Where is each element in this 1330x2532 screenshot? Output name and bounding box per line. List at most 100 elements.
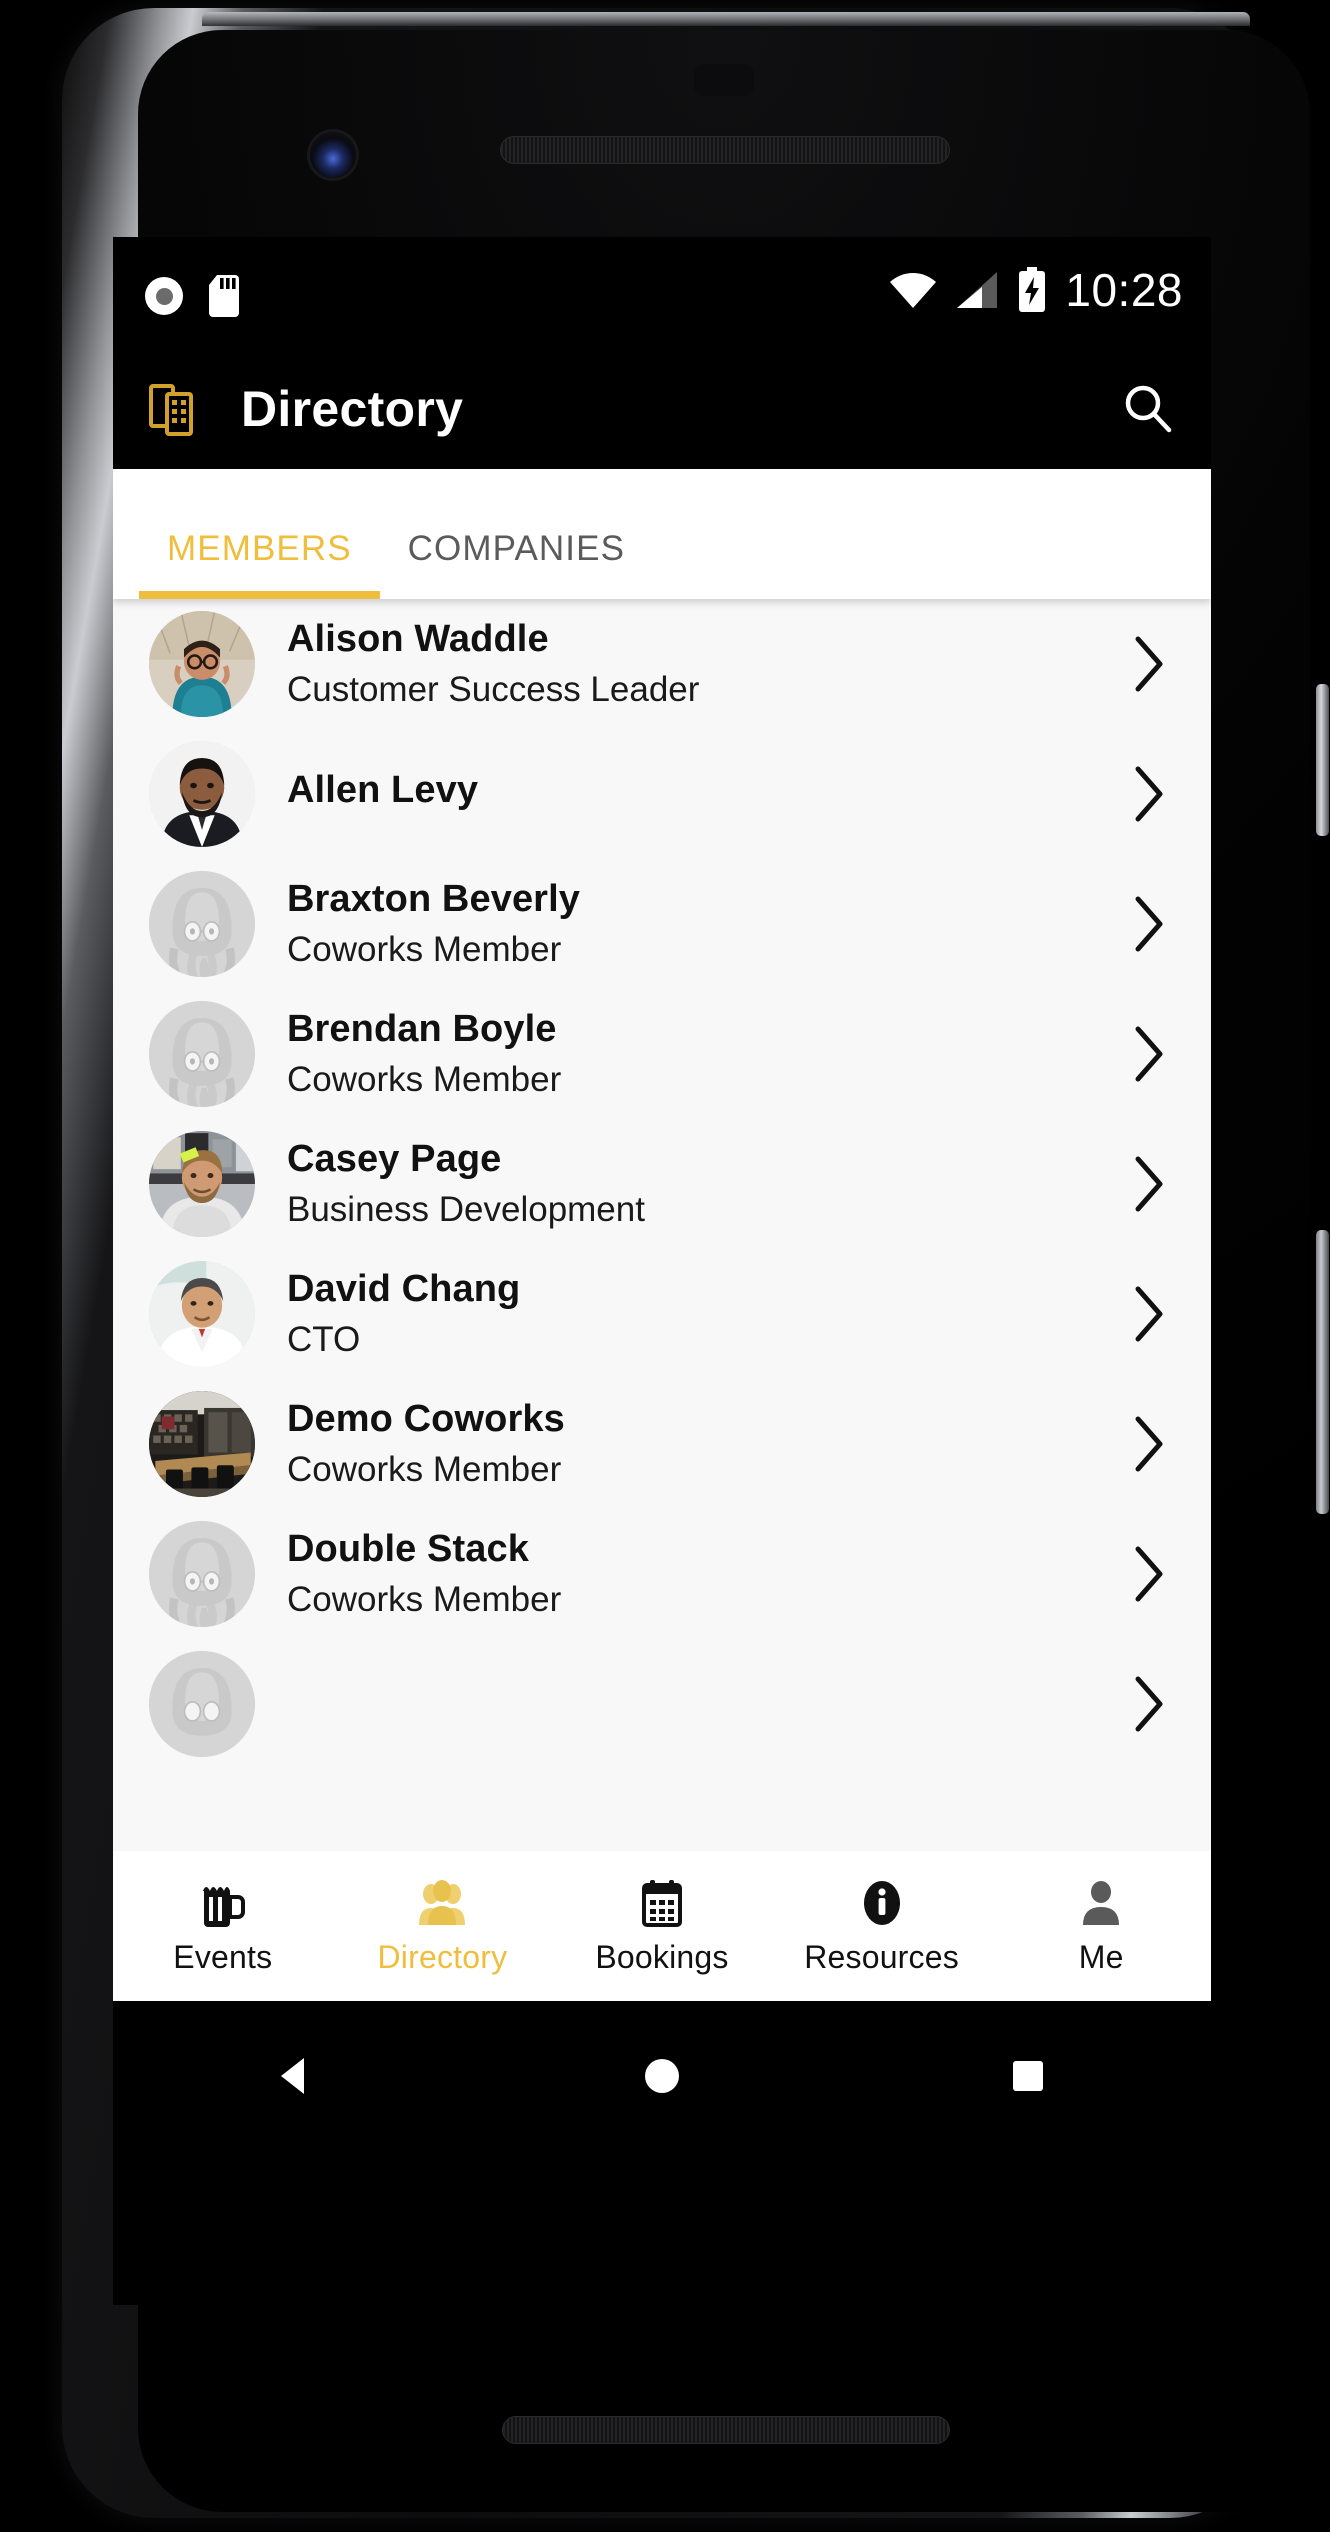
- buildings-icon[interactable]: [147, 380, 205, 438]
- list-item[interactable]: Double Stack Coworks Member: [113, 1509, 1211, 1639]
- nav-label-me: Me: [1078, 1939, 1124, 1975]
- info-circle-icon: [857, 1876, 907, 1930]
- list-item-text: Demo Coworks Coworks Member: [287, 1397, 1127, 1492]
- status-bar-clock: 10:28: [1065, 264, 1183, 316]
- nav-label-resources: Resources: [804, 1939, 959, 1975]
- calendar-icon: [637, 1876, 687, 1930]
- avatar: [149, 871, 255, 977]
- recents-square-icon: [1013, 2061, 1043, 2091]
- list-item-text: Brendan Boyle Coworks Member: [287, 1007, 1127, 1102]
- member-name: Brendan Boyle: [287, 1007, 557, 1050]
- chevron-right-icon[interactable]: [1127, 1283, 1173, 1345]
- member-subtitle: CTO: [287, 1320, 361, 1360]
- default-octopus-avatar: [149, 1651, 255, 1757]
- status-bar: 10:28: [113, 237, 1211, 349]
- chevron-right-icon[interactable]: [1127, 1153, 1173, 1215]
- list-item[interactable]: Casey Page Business Development: [113, 1119, 1211, 1249]
- list-item[interactable]: Braxton Beverly Coworks Member: [113, 859, 1211, 989]
- list-item[interactable]: Allen Levy: [113, 729, 1211, 859]
- search-icon[interactable]: [1119, 380, 1177, 438]
- photo-man-white-shirt: [149, 1261, 255, 1367]
- avatar: [149, 1651, 255, 1757]
- beer-mug-icon: [198, 1876, 248, 1930]
- member-subtitle: Coworks Member: [287, 1450, 562, 1490]
- proximity-sensor-icon: [694, 64, 754, 96]
- screenshot-stage: 10:28 Directory MEMBERS COMPANIES Alison…: [0, 0, 1330, 2532]
- nav-label-directory: Directory: [377, 1939, 508, 1975]
- list-item-text: Casey Page Business Development: [287, 1137, 1127, 1232]
- front-camera-icon: [310, 132, 356, 178]
- list-item-text: Allen Levy: [287, 768, 1127, 821]
- chevron-right-icon[interactable]: [1127, 893, 1173, 955]
- member-name: Allen Levy: [287, 768, 479, 811]
- nav-item-me[interactable]: Me: [991, 1876, 1211, 1976]
- frame-top-edge: [202, 12, 1250, 26]
- nav-label-events: Events: [173, 1939, 273, 1975]
- android-navigation-bar: [113, 2001, 1211, 2151]
- nav-item-bookings[interactable]: Bookings: [552, 1876, 772, 1976]
- avatar: [149, 1131, 255, 1237]
- chevron-right-icon[interactable]: [1127, 763, 1173, 825]
- chevron-right-icon[interactable]: [1127, 1023, 1173, 1085]
- earpiece-speaker-icon: [500, 136, 950, 164]
- list-item-text: David Chang CTO: [287, 1267, 1127, 1362]
- default-octopus-avatar: [149, 1001, 255, 1107]
- member-list[interactable]: Alison Waddle Customer Success Leader Al…: [113, 599, 1211, 1851]
- status-bar-left-icons: [145, 275, 243, 317]
- member-name: Demo Coworks: [287, 1397, 565, 1440]
- nav-item-directory[interactable]: Directory: [333, 1876, 553, 1976]
- chevron-right-icon[interactable]: [1127, 633, 1173, 695]
- person-icon: [1076, 1876, 1126, 1930]
- list-item-text: Braxton Beverly Coworks Member: [287, 877, 1127, 972]
- member-name: Braxton Beverly: [287, 877, 580, 920]
- chevron-right-icon[interactable]: [1127, 1543, 1173, 1605]
- list-item[interactable]: [113, 1639, 1211, 1769]
- list-item[interactable]: Alison Waddle Customer Success Leader: [113, 599, 1211, 729]
- list-item[interactable]: David Chang CTO: [113, 1249, 1211, 1379]
- avatar: [149, 611, 255, 717]
- page-title: Directory: [241, 381, 464, 437]
- list-item-text: Double Stack Coworks Member: [287, 1527, 1127, 1622]
- nav-item-events[interactable]: Events: [113, 1876, 333, 1976]
- tab-companies[interactable]: COMPANIES: [380, 529, 653, 599]
- android-home-button[interactable]: [602, 2041, 722, 2111]
- bottom-navigation: Events Directory Bookings Resources Me: [113, 1851, 1211, 2001]
- volume-button[interactable]: [1316, 1230, 1329, 1514]
- bottom-speaker-icon: [502, 2416, 950, 2444]
- avatar: [149, 1391, 255, 1497]
- avatar: [149, 1001, 255, 1107]
- chevron-right-icon[interactable]: [1127, 1413, 1173, 1475]
- nav-item-resources[interactable]: Resources: [772, 1876, 992, 1976]
- list-item-text: Alison Waddle Customer Success Leader: [287, 617, 1127, 712]
- phone-screen: 10:28 Directory MEMBERS COMPANIES Alison…: [113, 237, 1211, 2305]
- power-button[interactable]: [1316, 684, 1329, 836]
- tab-members[interactable]: MEMBERS: [139, 529, 380, 599]
- battery-charging-icon: [1019, 267, 1046, 312]
- status-bar-right-icons: 10:28: [889, 267, 1183, 313]
- member-subtitle: Coworks Member: [287, 1060, 562, 1100]
- member-name: David Chang: [287, 1267, 521, 1310]
- member-name: Casey Page: [287, 1137, 502, 1180]
- member-name: Double Stack: [287, 1527, 529, 1570]
- default-octopus-avatar: [149, 871, 255, 977]
- photo-woman-glasses-teal: [149, 611, 255, 717]
- member-subtitle: Coworks Member: [287, 1580, 562, 1620]
- avatar: [149, 1261, 255, 1367]
- cellular-signal-icon: [957, 272, 998, 308]
- default-octopus-avatar: [149, 1521, 255, 1627]
- app-bar: Directory: [113, 349, 1211, 469]
- avatar: [149, 741, 255, 847]
- photo-man-beard-suit: [149, 741, 255, 847]
- member-name: Alison Waddle: [287, 617, 549, 660]
- list-item[interactable]: Brendan Boyle Coworks Member: [113, 989, 1211, 1119]
- list-item[interactable]: Demo Coworks Coworks Member: [113, 1379, 1211, 1509]
- back-triangle-icon: [281, 2058, 304, 2094]
- sd-card-icon: [209, 275, 239, 317]
- member-subtitle: Business Development: [287, 1190, 645, 1230]
- list-item-text: [287, 1700, 1127, 1708]
- android-back-button[interactable]: [236, 2041, 356, 2111]
- photo-man-desk: [149, 1131, 255, 1237]
- chevron-right-icon[interactable]: [1127, 1673, 1173, 1735]
- nav-label-bookings: Bookings: [595, 1939, 729, 1975]
- android-recents-button[interactable]: [968, 2041, 1088, 2111]
